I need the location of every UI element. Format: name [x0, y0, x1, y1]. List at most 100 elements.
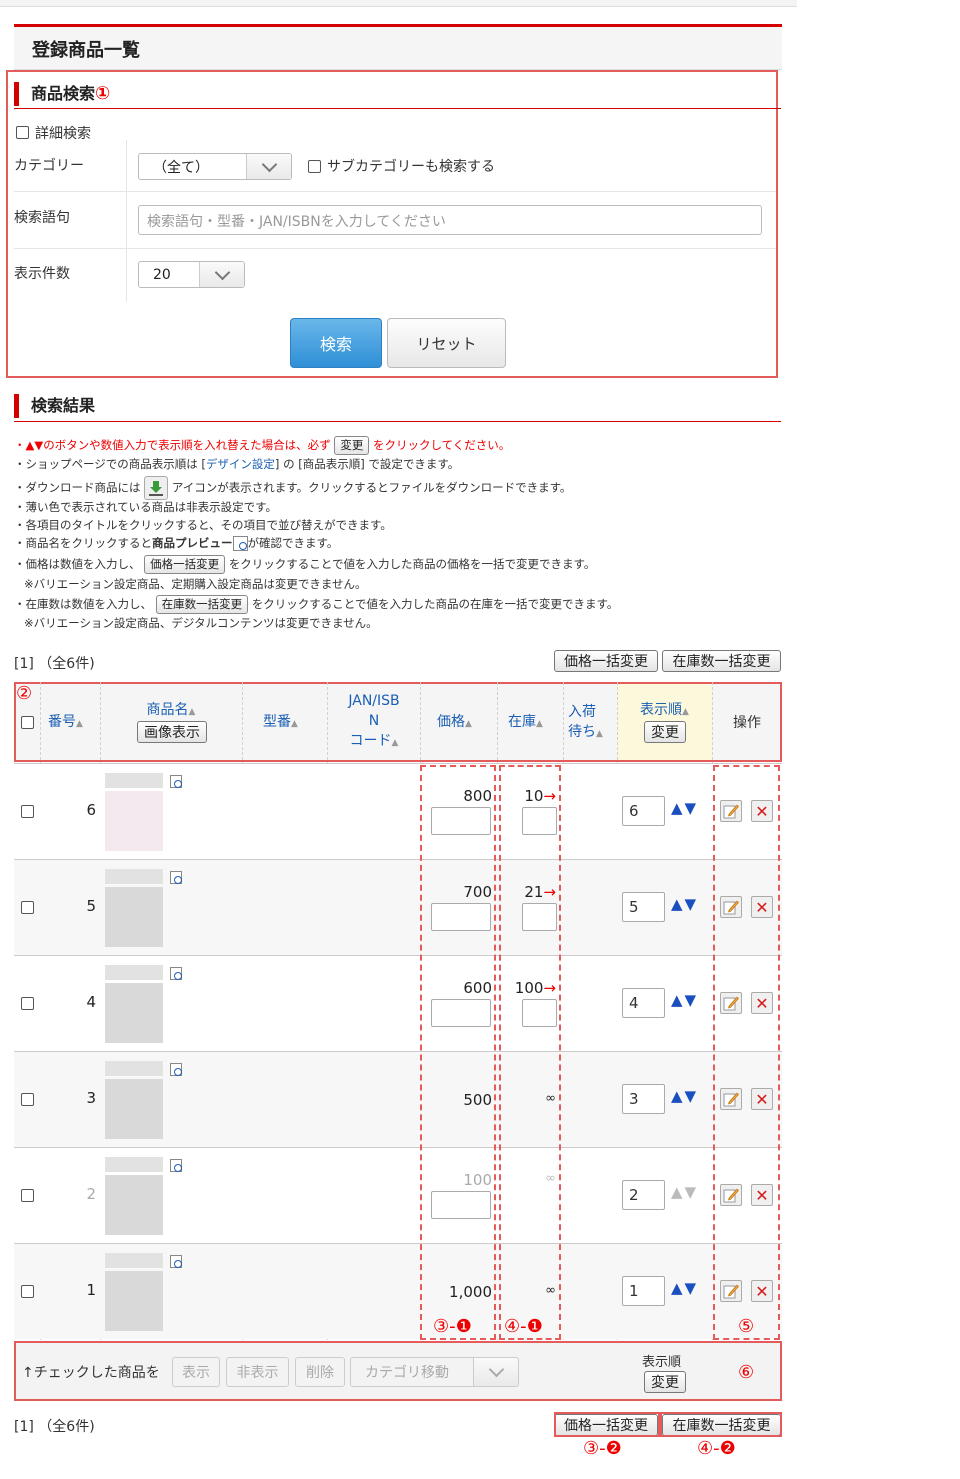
subcategory-label: サブカテゴリーも検索する [327, 159, 495, 175]
design-setting-link[interactable]: デザイン設定 [206, 457, 275, 471]
col-jan-header[interactable]: JAN/ISB N コード▲ [329, 691, 419, 753]
row-checkbox[interactable] [21, 901, 34, 914]
inline-stock-bulk-button[interactable]: 在庫数一括変更 [155, 595, 249, 614]
preview-icon[interactable] [170, 775, 182, 788]
order-up-down-arrows[interactable]: ▲▼ [671, 895, 698, 913]
count-label: 表示件数 [14, 266, 70, 282]
preview-icon[interactable] [170, 1159, 182, 1172]
row-checkbox[interactable] [21, 1093, 34, 1106]
order-up-down-arrows[interactable]: ▲▼ [671, 1087, 698, 1105]
preview-icon[interactable] [170, 1255, 182, 1268]
label-column-divider [126, 140, 127, 302]
count-select[interactable]: 20 [138, 261, 245, 288]
page-title: 登録商品一覧 [32, 40, 140, 61]
annotation-4-2: ④-❷ [697, 1438, 736, 1459]
row-checkbox[interactable] [21, 997, 34, 1010]
search-button[interactable]: 検索 [290, 318, 382, 368]
note-preview: ・商品名をクリックすると商品プレビュー が確認できます。 [14, 536, 339, 551]
preview-icon[interactable] [170, 967, 182, 980]
ops-column-highlight [713, 765, 780, 1340]
hide-button[interactable]: 非表示 [226, 1357, 289, 1387]
product-thumbnail [105, 1271, 163, 1331]
bulk-stock-button-top[interactable]: 在庫数一括変更 [662, 650, 781, 672]
show-button[interactable]: 表示 [172, 1357, 220, 1387]
order-input[interactable]: 3 [622, 1084, 665, 1114]
col-stock-header[interactable]: 在庫▲ [508, 712, 543, 734]
bulk-price-button-top[interactable]: 価格一括変更 [554, 650, 658, 672]
delete-button[interactable]: 削除 [295, 1357, 345, 1387]
inline-change-button[interactable]: 変更 [334, 436, 370, 455]
note-sort-warning: ・▲▼のボタンや数値入力で表示順を入れ替えた場合は、必ず 変更 をクリックしてく… [14, 436, 510, 455]
preview-icon[interactable] [170, 871, 182, 884]
order-input[interactable]: 4 [622, 988, 665, 1018]
product-thumbnail [105, 791, 163, 851]
order-input[interactable]: 2 [622, 1180, 665, 1210]
row-number: 5 [86, 897, 96, 915]
col-arrival-header[interactable]: 入荷 待ち▲ [568, 702, 603, 744]
price-column-highlight [420, 765, 496, 1340]
annotation-3-1: ③-❶ [433, 1316, 472, 1337]
order-input[interactable]: 1 [622, 1276, 665, 1306]
order-input[interactable]: 6 [622, 796, 665, 826]
product-name-blurred[interactable] [105, 1061, 163, 1076]
row-checkbox[interactable] [21, 1189, 34, 1202]
annotation-5: ⑤ [738, 1316, 755, 1337]
annotation-3-2: ③-❷ [583, 1438, 622, 1459]
product-name-blurred[interactable] [105, 1157, 163, 1172]
note-design-setting: ・ショップページでの商品表示順は [デザイン設定] の [商品表示順] で設定で… [14, 457, 460, 471]
stock-column-highlight [499, 765, 561, 1340]
col-price-header[interactable]: 価格▲ [437, 712, 472, 734]
select-all-checkbox[interactable] [21, 716, 34, 729]
product-thumbnail [105, 1079, 163, 1139]
subcategory-checkbox[interactable] [308, 160, 321, 173]
results-heading: 検索結果 [14, 394, 95, 418]
bulk-stock-highlight [660, 1412, 782, 1437]
order-up-down-arrows[interactable]: ▲▼ [671, 1183, 698, 1201]
order-up-down-arrows[interactable]: ▲▼ [671, 799, 698, 817]
row-number: 1 [86, 1281, 96, 1299]
col-ops-header: 操作 [733, 715, 761, 731]
product-name-blurred[interactable] [105, 869, 163, 884]
divider [14, 248, 776, 249]
row-checkbox[interactable] [21, 1285, 34, 1298]
bulk-price-highlight [554, 1412, 660, 1437]
order-up-down-arrows[interactable]: ▲▼ [671, 1279, 698, 1297]
note-sort-by-title: ・各項目のタイトルをクリックすると、その項目で並び替えができます。 [14, 518, 392, 532]
product-name-blurred[interactable] [105, 773, 163, 788]
order-change-button-footer[interactable]: 変更 [644, 1371, 686, 1393]
divider [14, 191, 776, 192]
reset-button[interactable]: リセット [387, 318, 506, 368]
note-stock-bulk: ・在庫数は数値を入力し、 在庫数一括変更 をクリックすることで値を入力した商品の… [14, 595, 618, 614]
category-move-select[interactable]: カテゴリ移動 [350, 1357, 519, 1387]
category-select[interactable]: （全て） [138, 153, 292, 180]
order-up-down-arrows[interactable]: ▲▼ [671, 991, 698, 1009]
col-model-header[interactable]: 型番▲ [263, 712, 298, 734]
detail-search-checkbox[interactable] [16, 126, 29, 139]
preview-icon[interactable] [170, 1063, 182, 1076]
annotation-6: ⑥ [738, 1362, 755, 1383]
row-number: 2 [86, 1185, 96, 1203]
note-price-bulk: ・価格は数値を入力し、 価格一括変更 をクリックすることで値を入力した商品の価格… [14, 555, 595, 574]
top-strip [0, 0, 797, 7]
product-name-blurred[interactable] [105, 1253, 163, 1268]
order-input[interactable]: 5 [622, 892, 665, 922]
checked-items-label: ↑チェックした商品を [22, 1365, 160, 1381]
image-display-button[interactable]: 画像表示 [137, 721, 207, 743]
inline-price-bulk-button[interactable]: 価格一括変更 [144, 555, 226, 574]
order-change-button-header[interactable]: 変更 [644, 721, 686, 743]
search-heading-rule [14, 108, 781, 109]
product-name-blurred[interactable] [105, 965, 163, 980]
annotation-1: ① [95, 83, 111, 104]
category-label: カテゴリー [14, 158, 84, 174]
product-thumbnail [105, 1175, 163, 1235]
category-move-value: カテゴリ移動 [365, 1365, 449, 1381]
annotation-2: ② [16, 683, 33, 704]
category-select-value: （全て） [153, 159, 209, 176]
row-number: 3 [86, 1089, 96, 1107]
row-checkbox[interactable] [21, 805, 34, 818]
col-order-header[interactable]: 表示順▲ [617, 700, 712, 722]
col-number-header[interactable]: 番号▲ [48, 712, 83, 734]
chevron-down-icon [199, 262, 244, 287]
col-name-header[interactable]: 商品名▲ [100, 700, 242, 722]
keyword-input[interactable]: 検索語句・型番・JAN/ISBNを入力してください [138, 205, 762, 235]
